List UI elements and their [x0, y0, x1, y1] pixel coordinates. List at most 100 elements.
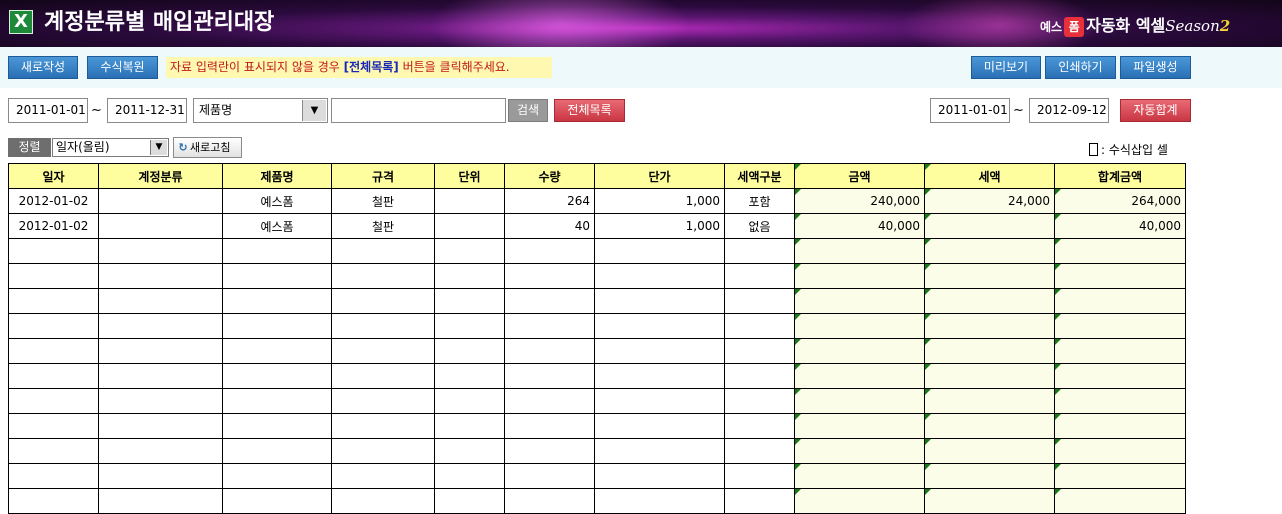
cell-tax[interactable] — [924, 488, 1055, 514]
cell-unit[interactable] — [434, 188, 505, 214]
cell-tax-type[interactable] — [724, 338, 795, 364]
cell-quantity[interactable] — [504, 488, 595, 514]
cell-total[interactable] — [1054, 488, 1186, 514]
cell-tax[interactable] — [924, 313, 1055, 339]
cell-tax-type[interactable] — [724, 313, 795, 339]
cell-unit-price[interactable] — [594, 363, 725, 389]
cell-amount[interactable] — [794, 388, 925, 414]
cell-tax[interactable] — [924, 263, 1055, 289]
cell-amount[interactable] — [794, 488, 925, 514]
cell-total[interactable] — [1054, 388, 1186, 414]
cell-tax[interactable] — [924, 288, 1055, 314]
cell-unit[interactable] — [434, 338, 505, 364]
cell-product-name[interactable] — [222, 413, 332, 439]
cell-specification[interactable] — [331, 288, 435, 314]
new-button[interactable]: 새로작성 — [8, 56, 78, 79]
chevron-down-icon[interactable]: ▼ — [302, 100, 326, 121]
refresh-button[interactable]: ↻ 새로고침 — [173, 137, 242, 158]
cell-unit-price[interactable] — [594, 288, 725, 314]
cell-tax[interactable] — [924, 238, 1055, 264]
cell-unit-price[interactable] — [594, 438, 725, 464]
cell-specification[interactable] — [331, 463, 435, 489]
cell-total[interactable] — [1054, 438, 1186, 464]
cell-date[interactable] — [8, 438, 99, 464]
cell-product-name[interactable] — [222, 463, 332, 489]
cell-date[interactable]: 2012-01-02 — [8, 188, 99, 214]
cell-specification[interactable] — [331, 313, 435, 339]
cell-date[interactable] — [8, 463, 99, 489]
cell-product-name[interactable] — [222, 238, 332, 264]
search-input[interactable] — [331, 98, 506, 123]
cell-amount[interactable] — [794, 313, 925, 339]
cell-date[interactable] — [8, 338, 99, 364]
preview-button[interactable]: 미리보기 — [971, 56, 1041, 79]
cell-account-category[interactable] — [98, 288, 223, 314]
cell-product-name[interactable] — [222, 338, 332, 364]
cell-quantity[interactable] — [504, 238, 595, 264]
cell-amount[interactable] — [794, 238, 925, 264]
cell-tax-type[interactable]: 없음 — [724, 213, 795, 239]
cell-product-name[interactable] — [222, 388, 332, 414]
cell-tax-type[interactable] — [724, 388, 795, 414]
cell-unit-price[interactable] — [594, 488, 725, 514]
cell-unit-price[interactable]: 1,000 — [594, 188, 725, 214]
cell-date[interactable] — [8, 238, 99, 264]
cell-total[interactable]: 264,000 — [1054, 188, 1186, 214]
cell-account-category[interactable] — [98, 188, 223, 214]
cell-account-category[interactable] — [98, 463, 223, 489]
cell-quantity[interactable] — [504, 438, 595, 464]
cell-unit[interactable] — [434, 438, 505, 464]
cell-amount[interactable] — [794, 363, 925, 389]
chevron-down-icon[interactable]: ▼ — [150, 140, 167, 155]
cell-date[interactable] — [8, 363, 99, 389]
search-button[interactable]: 검색 — [508, 99, 548, 122]
cell-tax[interactable] — [924, 363, 1055, 389]
cell-unit[interactable] — [434, 488, 505, 514]
cell-unit[interactable] — [434, 263, 505, 289]
cell-unit-price[interactable] — [594, 238, 725, 264]
cell-specification[interactable] — [331, 363, 435, 389]
cell-unit-price[interactable] — [594, 413, 725, 439]
cell-total[interactable] — [1054, 463, 1186, 489]
sort-select[interactable]: 일자(올림) ▼ — [52, 138, 169, 157]
cell-quantity[interactable] — [504, 413, 595, 439]
cell-tax-type[interactable] — [724, 438, 795, 464]
restore-formula-button[interactable]: 수식복원 — [87, 56, 158, 79]
cell-account-category[interactable] — [98, 488, 223, 514]
cell-quantity[interactable] — [504, 288, 595, 314]
cell-quantity[interactable] — [504, 463, 595, 489]
cell-unit[interactable] — [434, 413, 505, 439]
cell-unit[interactable] — [434, 363, 505, 389]
cell-quantity[interactable] — [504, 363, 595, 389]
cell-product-name[interactable]: 예스폼 — [222, 188, 332, 214]
cell-specification[interactable]: 철판 — [331, 188, 435, 214]
sum-date-from-field[interactable]: 2011-01-01 — [930, 98, 1010, 123]
cell-date[interactable] — [8, 388, 99, 414]
cell-quantity[interactable] — [504, 338, 595, 364]
cell-tax[interactable] — [924, 338, 1055, 364]
cell-unit-price[interactable] — [594, 313, 725, 339]
cell-specification[interactable] — [331, 338, 435, 364]
cell-total[interactable] — [1054, 338, 1186, 364]
cell-tax-type[interactable] — [724, 488, 795, 514]
cell-unit-price[interactable]: 1,000 — [594, 213, 725, 239]
search-field-select[interactable]: 제품명 ▼ — [193, 98, 328, 123]
cell-specification[interactable] — [331, 438, 435, 464]
cell-account-category[interactable] — [98, 413, 223, 439]
cell-unit[interactable] — [434, 463, 505, 489]
cell-tax-type[interactable]: 포함 — [724, 188, 795, 214]
cell-total[interactable] — [1054, 263, 1186, 289]
date-to-field[interactable]: 2011-12-31 — [107, 98, 187, 123]
cell-tax-type[interactable] — [724, 288, 795, 314]
cell-specification[interactable] — [331, 488, 435, 514]
cell-total[interactable] — [1054, 238, 1186, 264]
cell-amount[interactable] — [794, 263, 925, 289]
cell-product-name[interactable] — [222, 263, 332, 289]
cell-account-category[interactable] — [98, 388, 223, 414]
cell-product-name[interactable] — [222, 488, 332, 514]
cell-amount[interactable] — [794, 413, 925, 439]
cell-unit-price[interactable] — [594, 463, 725, 489]
cell-account-category[interactable] — [98, 263, 223, 289]
cell-specification[interactable] — [331, 263, 435, 289]
cell-total[interactable] — [1054, 363, 1186, 389]
